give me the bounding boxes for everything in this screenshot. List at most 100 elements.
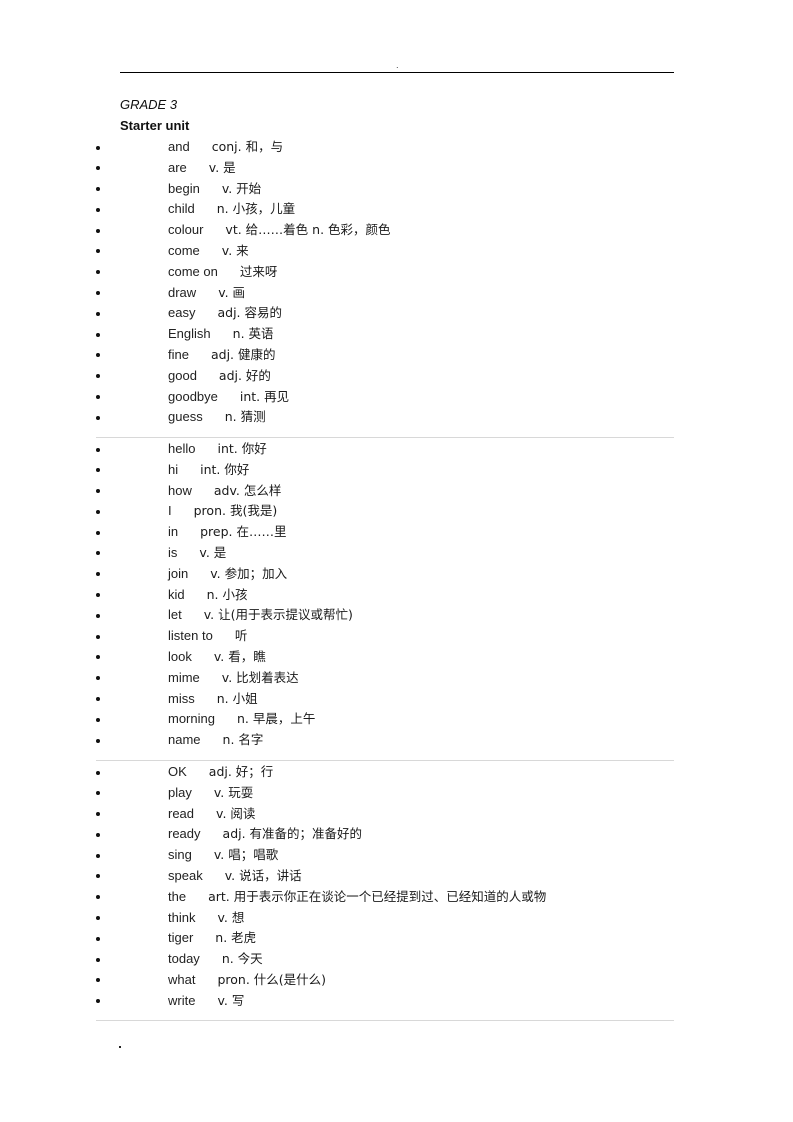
bullet-icon bbox=[96, 207, 100, 212]
vocab-definition: v. 画 bbox=[218, 284, 246, 300]
vocab-word: begin v. 开始 bbox=[168, 179, 261, 200]
vocab-word: ready adj. 有准备的；准备好的 bbox=[168, 824, 362, 845]
vocab-word: and conj. 和，与 bbox=[168, 137, 283, 158]
vocab-word: hello int. 你好 bbox=[168, 439, 267, 460]
vocab-word-text: draw bbox=[168, 284, 197, 300]
bullet-icon bbox=[96, 999, 100, 1004]
vocab-word-text: hello bbox=[168, 441, 196, 456]
bullet-icon bbox=[96, 697, 100, 702]
vocab-item: kid n. 小孩 bbox=[0, 585, 793, 606]
vocab-item: what pron. 什么(是什么) bbox=[0, 970, 793, 991]
vocab-item: morning n. 早晨，上午 bbox=[0, 709, 793, 730]
bullet-icon bbox=[96, 468, 100, 473]
vocab-word: think v. 想 bbox=[168, 908, 244, 929]
vocab-definition: conj. 和，与 bbox=[211, 139, 284, 154]
bullet-icon bbox=[96, 770, 100, 775]
vocab-definition: adj. 健康的 bbox=[210, 346, 276, 362]
vocab-word: colour vt. 给……着色 n. 色彩，颜色 bbox=[168, 220, 391, 241]
vocab-item: fine adj. 健康的 bbox=[0, 345, 793, 366]
vocab-definition: v. 开始 bbox=[221, 180, 262, 196]
bullet-icon bbox=[96, 655, 100, 660]
vocab-item: come on 过来呀 bbox=[0, 262, 793, 283]
vocab-group-3: OK adj. 好；行 play v. 玩耍 read v. 阅读 ready adj. 有准… bbox=[0, 762, 793, 1012]
vocab-definition: n. 早晨，上午 bbox=[236, 711, 316, 727]
vocab-definition: v. 来 bbox=[221, 242, 249, 258]
bullet-icon bbox=[96, 489, 100, 494]
vocab-definition: adj. 有准备的；准备好的 bbox=[222, 826, 363, 842]
vocab-item: mime v. 比划着表达 bbox=[0, 668, 793, 689]
vocab-definition: v. 比划着表达 bbox=[221, 669, 299, 685]
vocab-word: let v. 让(用于表示提议或帮忙) bbox=[168, 605, 353, 626]
vocab-word: good adj. 好的 bbox=[168, 366, 271, 387]
bullet-icon bbox=[96, 166, 100, 171]
vocab-word: how adv. 怎么样 bbox=[168, 481, 281, 502]
vocab-item: Ipron. 我(我是) bbox=[0, 501, 793, 522]
vocab-word: fine adj. 健康的 bbox=[168, 345, 275, 366]
bullet-icon bbox=[96, 978, 100, 983]
page-footer-mark bbox=[119, 1046, 121, 1048]
vocab-word-text: name bbox=[168, 732, 201, 748]
vocab-word-text: play bbox=[168, 784, 192, 800]
vocab-item: begin v. 开始 bbox=[0, 179, 793, 200]
vocab-item: miss n. 小姐 bbox=[0, 689, 793, 710]
vocab-word-text: English bbox=[168, 326, 211, 342]
vocab-definition: n. 小孩 bbox=[206, 586, 248, 602]
vocab-definition: n. 小孩，儿童 bbox=[216, 201, 296, 217]
bullet-icon bbox=[96, 395, 100, 400]
vocab-word: draw v. 画 bbox=[168, 283, 245, 304]
bullet-icon bbox=[96, 551, 100, 556]
unit-heading: Starter unit bbox=[120, 118, 190, 133]
vocab-word-text: fine bbox=[168, 346, 189, 362]
header-rule bbox=[120, 72, 674, 73]
vocab-group-1: and conj. 和，与 are v. 是 begin v. 开始 child n. 小孩，… bbox=[0, 137, 793, 428]
vocab-definition: v. 玩耍 bbox=[213, 784, 254, 800]
vocab-word: in prep. 在……里 bbox=[168, 522, 287, 543]
vocab-definition: v. 是 bbox=[199, 544, 227, 560]
vocab-item: read v. 阅读 bbox=[0, 804, 793, 825]
vocab-word: guess n. 猜测 bbox=[168, 407, 266, 428]
vocab-word-text: mime bbox=[168, 669, 200, 685]
vocab-word: come v. 来 bbox=[168, 241, 249, 262]
vocab-word-text: and bbox=[168, 139, 190, 154]
vocab-word: write v. 写 bbox=[168, 991, 244, 1012]
vocab-definition: n. 英语 bbox=[232, 326, 274, 342]
vocab-definition: n. 小姐 bbox=[216, 690, 258, 706]
vocab-word-text: let bbox=[168, 607, 182, 623]
bullet-icon bbox=[96, 353, 100, 358]
vocab-word-text: I bbox=[168, 503, 172, 519]
bullet-icon bbox=[96, 270, 100, 275]
vocab-definition: int. 再见 bbox=[239, 388, 290, 404]
bullet-icon bbox=[96, 676, 100, 681]
vocab-item: play v. 玩耍 bbox=[0, 783, 793, 804]
vocab-word-text: speak bbox=[168, 867, 203, 883]
bullet-icon bbox=[96, 832, 100, 837]
bullet-icon bbox=[96, 530, 100, 535]
vocab-word-text: kid bbox=[168, 586, 185, 602]
vocab-word-text: guess bbox=[168, 409, 203, 425]
bullet-icon bbox=[96, 374, 100, 379]
vocab-word: tiger n. 老虎 bbox=[168, 928, 256, 949]
vocab-definition: adj. 好的 bbox=[218, 367, 271, 383]
vocab-word-text: OK bbox=[168, 764, 187, 779]
vocab-word-text: are bbox=[168, 159, 187, 175]
vocab-word: come on 过来呀 bbox=[168, 262, 277, 283]
vocab-definition: art. 用于表示你正在谈论一个已经提到过、已经知道的人或物 bbox=[208, 888, 547, 904]
vocab-word-text: child bbox=[168, 201, 195, 217]
bullet-icon bbox=[96, 415, 100, 420]
vocab-word: speak v. 说话，讲话 bbox=[168, 866, 302, 887]
vocab-item: sing v. 唱；唱歌 bbox=[0, 845, 793, 866]
bullet-icon bbox=[96, 447, 100, 452]
bullet-icon bbox=[96, 874, 100, 879]
vocab-item: child n. 小孩，儿童 bbox=[0, 199, 793, 220]
vocab-word-text: miss bbox=[168, 690, 195, 706]
vocab-word: miss n. 小姐 bbox=[168, 689, 258, 710]
vocab-word: easy adj. 容易的 bbox=[168, 303, 282, 324]
vocab-item: write v. 写 bbox=[0, 991, 793, 1012]
vocab-definition: v. 看，瞧 bbox=[213, 648, 266, 664]
vocab-word-text: today bbox=[168, 951, 200, 967]
vocab-item: listen to 听 bbox=[0, 626, 793, 647]
vocab-word-text: easy bbox=[168, 305, 196, 321]
vocab-word: goodbye int. 再见 bbox=[168, 387, 289, 408]
bullet-icon bbox=[96, 572, 100, 577]
bullet-icon bbox=[96, 791, 100, 796]
